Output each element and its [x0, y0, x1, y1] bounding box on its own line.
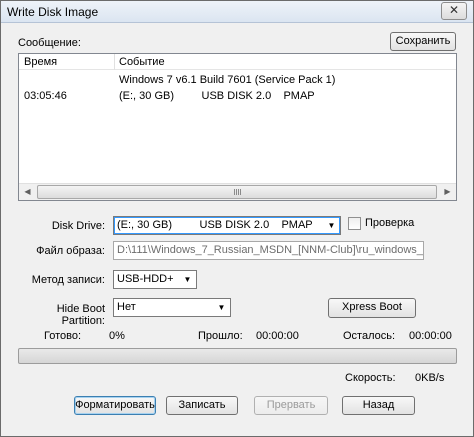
verify-checkbox[interactable] — [348, 217, 361, 230]
write-method-value: USB-HDD+ — [117, 273, 174, 285]
scroll-right-icon[interactable]: ▶ — [439, 184, 456, 200]
done-label: Готово: — [44, 330, 82, 342]
speed-label: Скорость: — [345, 372, 396, 384]
hide-boot-partition-select[interactable]: Нет ▼ — [113, 298, 231, 317]
log-label: Сообщение: — [18, 37, 81, 49]
column-separator[interactable] — [114, 54, 115, 70]
remaining-label: Осталось: — [343, 330, 396, 342]
title-bar[interactable]: Write Disk Image ✕ — [1, 1, 473, 23]
scrollbar-thumb[interactable] — [37, 185, 437, 199]
log-row-event: (E:, 30 GB) USB DISK 2.0 PMAP — [119, 90, 315, 102]
hide-boot-partition-value: Нет — [117, 301, 136, 313]
elapsed-value: 00:00:00 — [256, 330, 299, 342]
verify-label: Проверка — [365, 217, 415, 229]
abort-button[interactable]: Прервать — [254, 396, 328, 415]
chevron-down-icon: ▼ — [217, 303, 226, 312]
save-log-button[interactable]: Сохранить — [390, 32, 456, 51]
speed-value: 0KB/s — [415, 372, 445, 384]
horizontal-scrollbar[interactable]: ◀ ▶ — [19, 183, 456, 200]
remaining-value: 00:00:00 — [409, 330, 452, 342]
back-button[interactable]: Назад — [342, 396, 415, 415]
elapsed-label: Прошло: — [198, 330, 243, 342]
image-file-label: Файл образа: — [36, 245, 105, 257]
write-method-label: Метод записи: — [31, 274, 105, 286]
log-row-time: 03:05:46 — [24, 90, 67, 102]
done-value: 0% — [109, 330, 125, 342]
log-row-event: Windows 7 v6.1 Build 7601 (Service Pack … — [119, 74, 336, 86]
grip-icon — [234, 189, 242, 195]
column-header-event[interactable]: Событие — [119, 56, 165, 68]
xpress-boot-button[interactable]: Xpress Boot — [328, 298, 416, 318]
chevron-down-icon: ▼ — [327, 221, 336, 230]
close-icon[interactable]: ✕ — [441, 2, 467, 20]
write-button[interactable]: Записать — [166, 396, 238, 415]
format-button[interactable]: Форматировать — [74, 396, 156, 415]
write-progress-bar — [18, 348, 457, 364]
chevron-down-icon: ▼ — [183, 275, 192, 284]
column-header-time[interactable]: Время — [24, 56, 57, 68]
write-disk-image-window: Write Disk Image ✕ Сообщение: Сохранить … — [0, 0, 474, 437]
hide-boot-partition-label: Hide Boot Partition: — [56, 303, 105, 327]
window-title: Write Disk Image — [7, 5, 99, 19]
scroll-left-icon[interactable]: ◀ — [19, 184, 36, 200]
disk-drive-select[interactable]: (E:, 30 GB) USB DISK 2.0 PMAP ▼ — [113, 216, 341, 235]
log-list[interactable]: Время Событие Windows 7 v6.1 Build 7601 … — [18, 53, 457, 201]
disk-drive-label: Disk Drive: — [51, 220, 105, 232]
disk-drive-value: (E:, 30 GB) USB DISK 2.0 PMAP — [117, 219, 313, 231]
image-file-field[interactable]: D:\111\Windows_7_Russian_MSDN_[NNM-Club]… — [113, 241, 424, 260]
log-list-header: Время Событие — [19, 54, 456, 70]
write-method-select[interactable]: USB-HDD+ ▼ — [113, 270, 197, 289]
